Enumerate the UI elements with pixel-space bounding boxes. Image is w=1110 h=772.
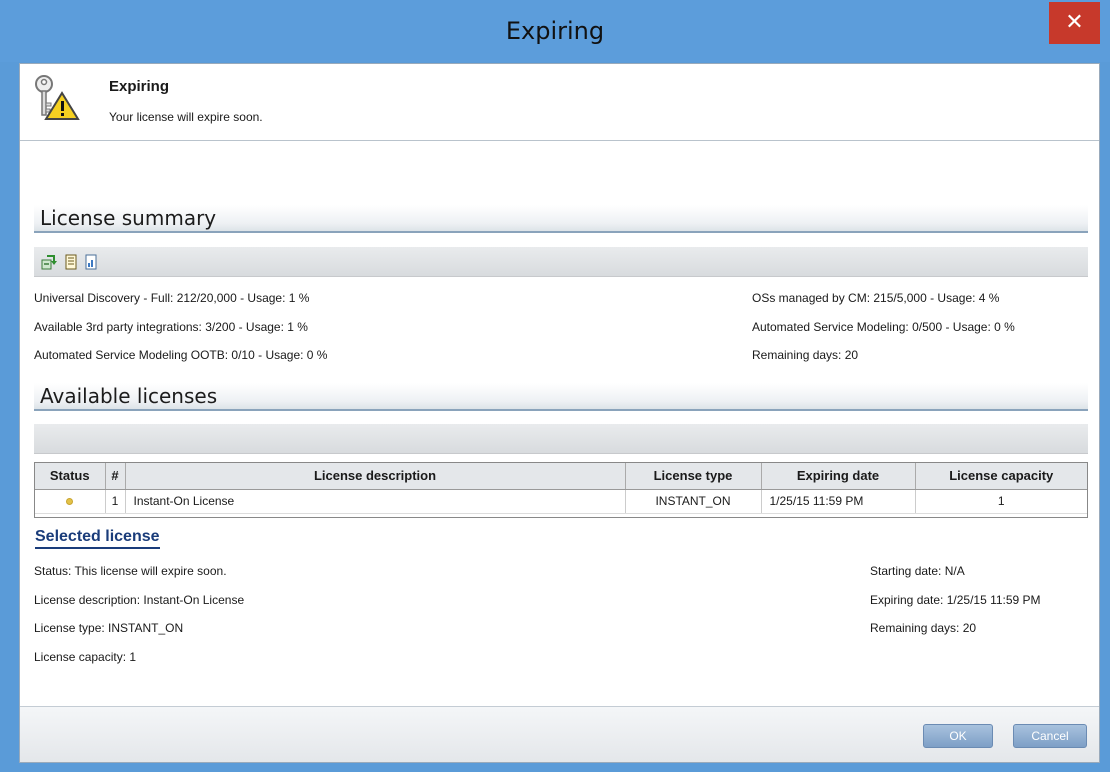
column-header-number[interactable]: # [105, 463, 126, 490]
refresh-icon[interactable] [41, 254, 57, 270]
summary-line: Automated Service Modeling: 0/500 - Usag… [752, 320, 1015, 334]
column-header-expiring-date[interactable]: Expiring date [761, 463, 916, 490]
description-cell: Instant-On License [125, 489, 626, 514]
title-bar[interactable]: Expiring ✕ [0, 0, 1110, 62]
header-title: Expiring [109, 78, 170, 95]
selected-license-line: Remaining days: 20 [870, 621, 977, 635]
dialog-header: Expiring Your license will expire soon. [20, 64, 1099, 141]
summary-line: Available 3rd party integrations: 3/200 … [34, 320, 308, 334]
expiring-date-cell: 1/25/15 11:59 PM [761, 489, 916, 514]
type-cell: INSTANT_ON [625, 489, 762, 514]
number-cell: 1 [105, 489, 126, 514]
dialog-window: Expiring ✕ Expiring Your license will ex… [0, 0, 1110, 772]
column-header-capacity[interactable]: License capacity [915, 463, 1087, 490]
dialog-body: Expiring Your license will expire soon. … [19, 63, 1100, 763]
selected-license-line: Expiring date: 1/25/15 11:59 PM [870, 593, 1041, 607]
dialog-footer: OK Cancel [20, 706, 1099, 762]
selected-license-line: License description: Instant-On License [34, 593, 245, 607]
summary-line: Remaining days: 20 [752, 348, 859, 362]
summary-line: OSs managed by CM: 215/5,000 - Usage: 4 … [752, 291, 1000, 305]
license-summary-title: License summary [34, 205, 1088, 233]
key-warning-icon [35, 75, 80, 120]
selected-license-line: Starting date: N/A [870, 564, 965, 578]
close-button[interactable]: ✕ [1049, 2, 1100, 44]
ok-button[interactable]: OK [923, 724, 993, 748]
column-header-description[interactable]: License description [125, 463, 626, 490]
summary-line: Universal Discovery - Full: 212/20,000 -… [34, 291, 310, 305]
available-licenses-title: Available licenses [34, 383, 1088, 411]
document-icon[interactable] [63, 254, 79, 270]
selected-license-title: Selected license [35, 528, 160, 549]
selected-license-line: Status: This license will expire soon. [34, 564, 227, 578]
column-header-status[interactable]: Status [35, 463, 106, 490]
table-header-row: Status # License description License typ… [35, 463, 1087, 490]
column-header-type[interactable]: License type [625, 463, 762, 490]
selected-license-line: License type: INSTANT_ON [34, 621, 184, 635]
summary-line: Automated Service Modeling OOTB: 0/10 - … [34, 348, 328, 362]
status-indicator-icon [66, 498, 74, 505]
cancel-button[interactable]: Cancel [1013, 724, 1087, 748]
status-cell [35, 489, 106, 514]
capacity-cell: 1 [915, 489, 1087, 514]
table-row[interactable]: 1 Instant-On License INSTANT_ON 1/25/15 … [35, 489, 1087, 514]
licenses-table: Status # License description License typ… [34, 462, 1088, 518]
report-icon[interactable] [83, 254, 99, 270]
header-subtitle: Your license will expire soon. [109, 110, 263, 124]
summary-toolbar [34, 247, 1088, 277]
window-title: Expiring [505, 17, 605, 45]
licenses-toolbar [34, 424, 1088, 454]
selected-license-line: License capacity: 1 [34, 650, 137, 664]
